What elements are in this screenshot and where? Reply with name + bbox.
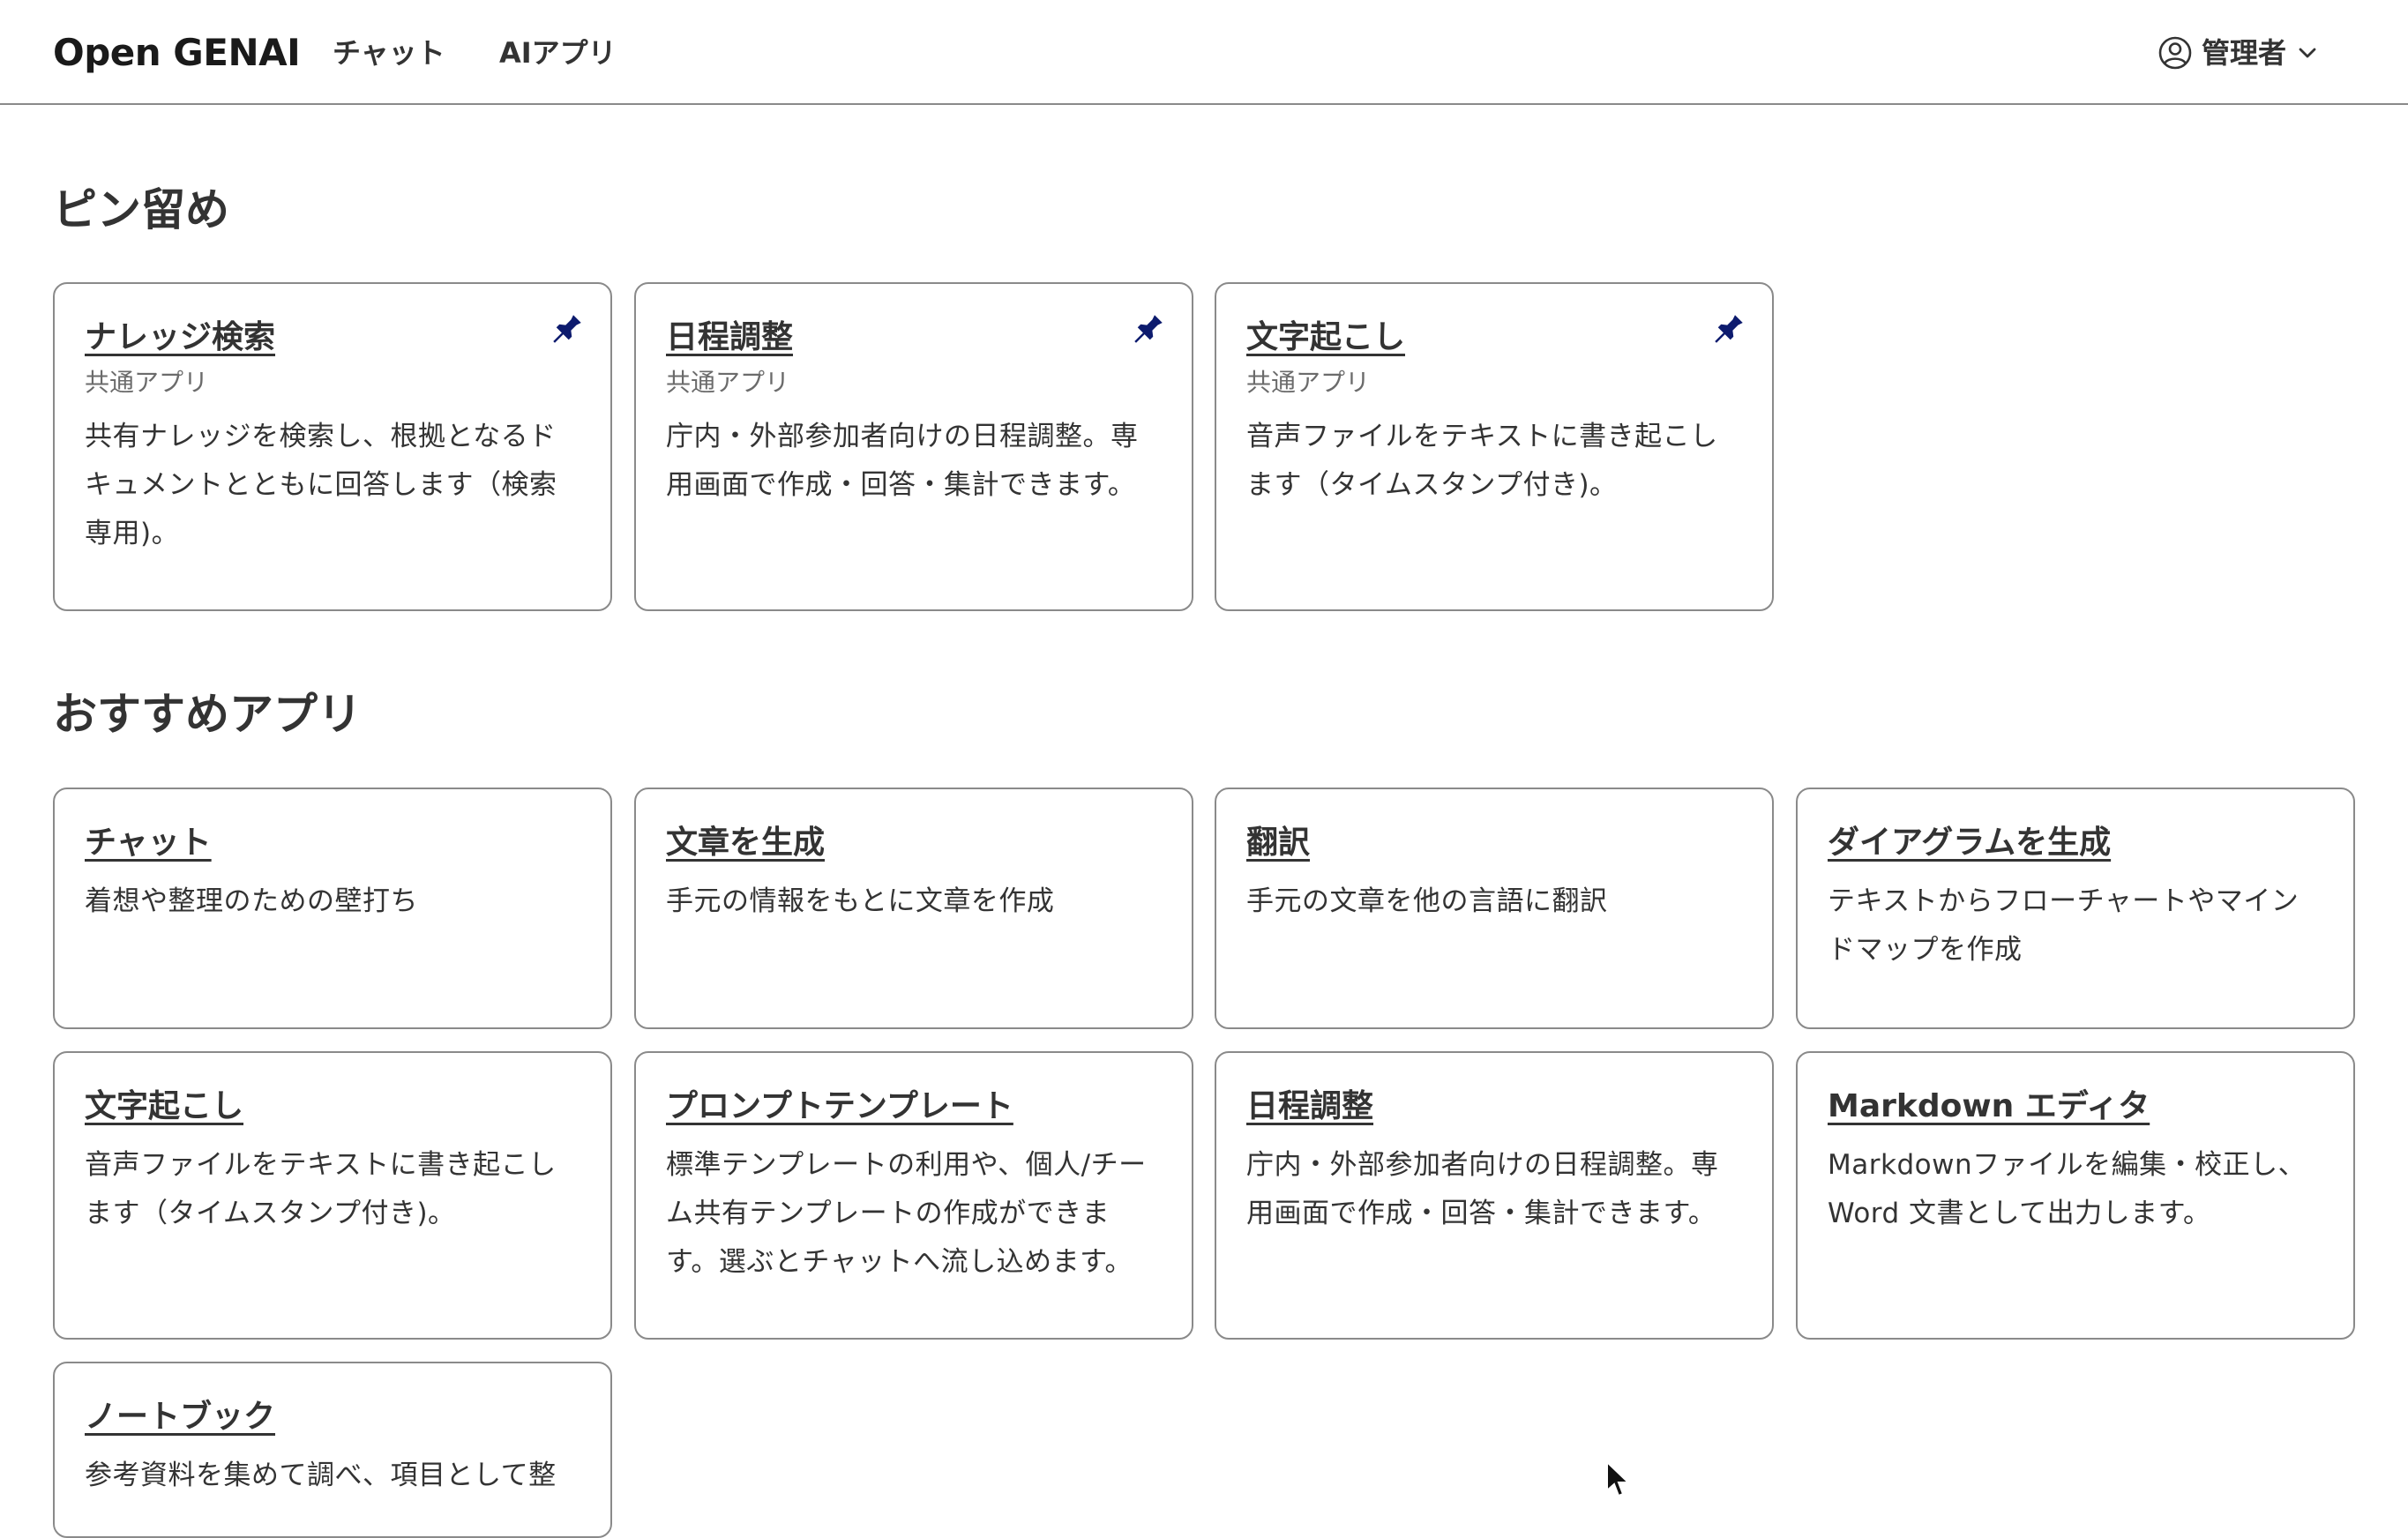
app-card-notebook[interactable]: ノートブック 参考資料を集めて調べ、項目として整 xyxy=(53,1362,612,1538)
card-description: 手元の文章を他の言語に翻訳 xyxy=(1246,885,1608,917)
app-card-prompt-template[interactable]: プロンプトテンプレート 標準テンプレートの利用や、個人/チーム共有テンプレートの… xyxy=(634,1051,1193,1340)
app-card-generate-text[interactable]: 文章を生成 手元の情報をもとに文章を作成 xyxy=(634,788,1193,1029)
recommended-section-title: おすすめアプリ xyxy=(53,689,362,740)
card-description: 庁内・外部参加者向けの日程調整。専用画面で作成・回答・集計できます。 xyxy=(666,421,1139,501)
chevron-down-icon xyxy=(2299,48,2316,58)
card-title[interactable]: ダイアグラムを生成 xyxy=(1828,821,2111,865)
card-title[interactable]: プロンプトテンプレート xyxy=(666,1085,1013,1129)
card-title[interactable]: 翻訳 xyxy=(1246,821,1310,865)
user-menu[interactable]: 管理者 xyxy=(2157,30,2320,76)
app-card-diagram[interactable]: ダイアグラムを生成 テキストからフローチャートやマインドマップを作成 xyxy=(1796,788,2355,1029)
card-subtitle: 共通アプリ xyxy=(85,368,209,397)
mouse-cursor-icon xyxy=(1606,1460,1631,1497)
card-subtitle: 共通アプリ xyxy=(666,368,790,397)
app-card-transcription[interactable]: 文字起こし 音声ファイルをテキストに書き起こします（タイムスタンプ付き)。 xyxy=(53,1051,612,1340)
card-description: 共有ナレッジを検索し、根拠となるドキュメントとともに回答します（検索専用)。 xyxy=(85,421,557,549)
card-title[interactable]: Markdown エディタ xyxy=(1828,1085,2150,1129)
card-title[interactable]: 文字起こし xyxy=(85,1085,243,1129)
card-title[interactable]: 文章を生成 xyxy=(666,821,825,865)
nav-chat[interactable]: チャット xyxy=(333,30,445,76)
pinned-card-knowledge-search[interactable]: ナレッジ検索 共通アプリ 共有ナレッジを検索し、根拠となるドキュメントとともに回… xyxy=(53,282,612,611)
app-card-chat[interactable]: チャット 着想や整理のための壁打ち xyxy=(53,788,612,1029)
nav-ai-apps[interactable]: AIアプリ xyxy=(499,30,617,76)
pinned-card-scheduling[interactable]: 日程調整 共通アプリ 庁内・外部参加者向けの日程調整。専用画面で作成・回答・集計… xyxy=(634,282,1193,611)
app-card-markdown-editor[interactable]: Markdown エディタ Markdownファイルを編集・校正し、Word 文… xyxy=(1796,1051,2355,1340)
card-subtitle: 共通アプリ xyxy=(1246,368,1371,397)
pin-icon[interactable] xyxy=(1130,310,1167,347)
pin-icon[interactable] xyxy=(1710,310,1747,347)
card-description: Markdownファイルを編集・校正し、Word 文書として出力します。 xyxy=(1828,1149,2307,1229)
card-title[interactable]: 文字起こし xyxy=(1246,316,1405,360)
card-title[interactable]: ノートブック xyxy=(85,1395,275,1439)
user-menu-label: 管理者 xyxy=(2202,36,2287,70)
card-title[interactable]: 日程調整 xyxy=(1246,1085,1373,1129)
card-title[interactable]: 日程調整 xyxy=(666,316,793,360)
pinned-section-title: ピン留め xyxy=(53,184,229,235)
card-description: 音声ファイルをテキストに書き起こします（タイムスタンプ付き)。 xyxy=(1246,421,1718,501)
app-card-scheduling[interactable]: 日程調整 庁内・外部参加者向けの日程調整。専用画面で作成・回答・集計できます。 xyxy=(1215,1051,1774,1340)
card-description: 標準テンプレートの利用や、個人/チーム共有テンプレートの作成ができます。選ぶとチ… xyxy=(666,1149,1147,1278)
user-circle-icon xyxy=(2158,36,2192,70)
card-title[interactable]: チャット xyxy=(85,821,212,865)
card-description: テキストからフローチャートやマインドマップを作成 xyxy=(1828,885,2300,966)
app-card-translate[interactable]: 翻訳 手元の文章を他の言語に翻訳 xyxy=(1215,788,1774,1029)
pinned-card-transcription[interactable]: 文字起こし 共通アプリ 音声ファイルをテキストに書き起こします（タイムスタンプ付… xyxy=(1215,282,1774,611)
card-description: 参考資料を集めて調べ、項目として整 xyxy=(85,1460,557,1491)
app-header: Open GENAI チャット AIアプリ 管理者 xyxy=(0,0,2408,105)
card-title[interactable]: ナレッジ検索 xyxy=(85,316,275,360)
card-description: 着想や整理のための壁打ち xyxy=(85,885,418,917)
card-description: 音声ファイルをテキストに書き起こします（タイムスタンプ付き)。 xyxy=(85,1149,557,1229)
card-description: 手元の情報をもとに文章を作成 xyxy=(666,885,1055,917)
card-description: 庁内・外部参加者向けの日程調整。専用画面で作成・回答・集計できます。 xyxy=(1246,1149,1719,1229)
pin-icon[interactable] xyxy=(549,310,586,347)
brand-logo[interactable]: Open GENAI xyxy=(53,26,301,79)
